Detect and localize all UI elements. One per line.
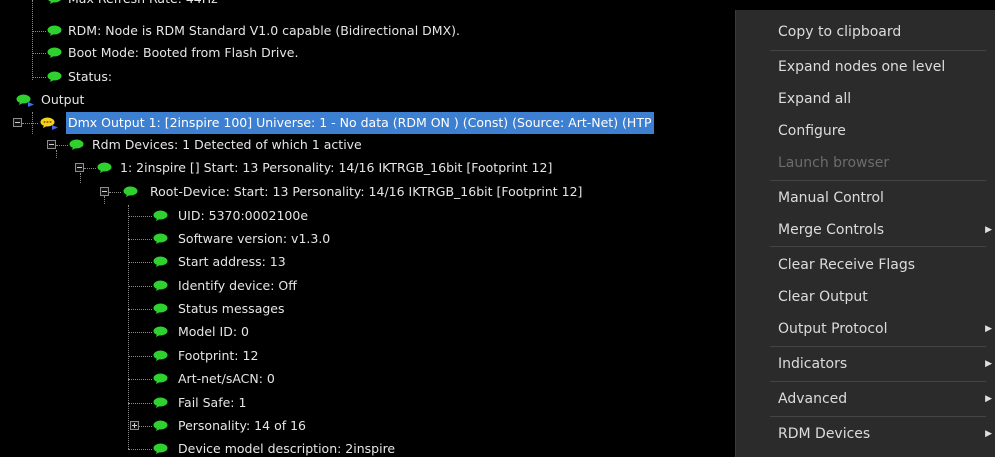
green-bubble-icon — [153, 233, 168, 244]
menu-item-expand-nodes-one-level[interactable]: Expand nodes one level — [736, 53, 995, 81]
menu-separator — [770, 50, 986, 51]
green-bubble-icon — [153, 210, 168, 221]
tree-node-rdm-devices[interactable]: Rdm Devices: 1 Detected of which 1 activ… — [0, 134, 735, 156]
tree-node[interactable]: Boot Mode: Booted from Flash Drive. — [0, 42, 735, 64]
tree-node-label: Software version: v1.3.0 — [178, 231, 331, 246]
menu-item-advanced[interactable]: Advanced ▶ — [736, 385, 995, 413]
green-bubble-icon — [153, 256, 168, 267]
tree-node-device[interactable]: 1: 2inspire [] Start: 13 Personality: 14… — [0, 157, 735, 179]
submenu-arrow-icon: ▶ — [985, 394, 992, 404]
menu-item-merge-controls[interactable]: Merge Controls ▶ — [736, 216, 995, 244]
submenu-arrow-icon: ▶ — [985, 429, 992, 439]
tree-node-label: Output — [41, 92, 85, 107]
expand-toggle[interactable] — [130, 421, 139, 430]
submenu-arrow-icon: ▶ — [985, 359, 992, 369]
tree-leaf[interactable]: Model ID: 0 — [0, 321, 735, 343]
tree-node-label: Max Refresh Rate: 44Hz — [68, 0, 218, 10]
menu-item-expand-all[interactable]: Expand all — [736, 85, 995, 113]
tree-node[interactable]: RDM: Node is RDM Standard V1.0 capable (… — [0, 20, 735, 42]
tree-node-label: Device model description: 2inspire — [178, 441, 396, 456]
green-bubble-icon — [47, 47, 62, 58]
menu-item-rdm-devices[interactable]: RDM Devices ▶ — [736, 420, 995, 448]
tree-leaf[interactable]: Art-net/sACN: 0 — [0, 368, 735, 390]
tree-leaf[interactable]: Status messages — [0, 298, 735, 320]
tree-node-label: Art-net/sACN: 0 — [178, 371, 275, 386]
output-arrow-icon — [52, 125, 58, 130]
collapse-toggle[interactable] — [47, 140, 56, 149]
menu-item-clear-output[interactable]: Clear Output — [736, 283, 995, 311]
tree-node-root-device[interactable]: Root-Device: Start: 13 Personality: 14/1… — [0, 181, 735, 203]
tree-leaf[interactable]: Identify device: Off — [0, 275, 735, 297]
green-bubble-icon — [47, 71, 62, 82]
green-bubble-icon — [153, 350, 168, 361]
tree-leaf[interactable]: Start address: 13 — [0, 251, 735, 273]
green-bubble-icon — [153, 303, 168, 314]
menu-item-copy-to-clipboard[interactable]: Copy to clipboard — [736, 18, 995, 46]
green-bubble-icon — [69, 139, 84, 150]
tree-node-label: Footprint: 12 — [178, 348, 259, 363]
tree-node-output[interactable]: Output — [0, 89, 735, 111]
menu-item-clear-receive-flags[interactable]: Clear Receive Flags — [736, 251, 995, 279]
green-bubble-icon — [153, 443, 168, 454]
menu-item-manual-control[interactable]: Manual Control — [736, 184, 995, 212]
green-bubble-icon — [97, 162, 112, 173]
tree-node[interactable]: Status: — [0, 66, 735, 88]
tree-leaf[interactable]: Device model description: 2inspire — [0, 438, 735, 457]
tree-node-label: Start address: 13 — [178, 254, 286, 269]
green-bubble-icon — [47, 0, 62, 4]
tree-node-label: Personality: 14 of 16 — [178, 418, 306, 433]
green-bubble-icon — [153, 280, 168, 291]
tree-node-label: Rdm Devices: 1 Detected of which 1 activ… — [92, 137, 362, 152]
tree-node-label: Root-Device: Start: 13 Personality: 14/1… — [150, 184, 583, 199]
tree-node-label: Model ID: 0 — [178, 324, 249, 339]
menu-item-indicators[interactable]: Indicators ▶ — [736, 350, 995, 378]
output-arrow-icon — [28, 102, 34, 107]
tree-node-label: Fail Safe: 1 — [178, 395, 247, 410]
tree-node-label: UID: 5370:0002100e — [178, 208, 309, 223]
tree-node-label: Status messages — [178, 301, 285, 316]
device-tree-view[interactable]: Max Refresh Rate: 44Hz RDM: Node is RDM … — [0, 0, 735, 457]
green-bubble-icon — [123, 186, 138, 197]
green-bubble-icon — [47, 25, 62, 36]
collapse-toggle[interactable] — [100, 187, 109, 196]
tree-node-personality[interactable]: Personality: 14 of 16 — [0, 415, 735, 437]
menu-separator — [770, 381, 986, 382]
tree-leaf[interactable]: Footprint: 12 — [0, 345, 735, 367]
menu-item-configure[interactable]: Configure — [736, 117, 995, 145]
menu-separator — [770, 180, 986, 181]
tree-node-label: RDM: Node is RDM Standard V1.0 capable (… — [68, 23, 460, 38]
tree-node-label: 1: 2inspire [] Start: 13 Personality: 14… — [120, 160, 553, 175]
submenu-arrow-icon: ▶ — [985, 225, 992, 235]
menu-item-output-protocol[interactable]: Output Protocol ▶ — [736, 315, 995, 343]
submenu-arrow-icon: ▶ — [985, 324, 992, 334]
tree-node-label: Boot Mode: Booted from Flash Drive. — [68, 45, 299, 60]
menu-separator — [770, 416, 986, 417]
tree-node-dmx-output[interactable]: Dmx Output 1: [2inspire 100] Universe: 1… — [0, 112, 735, 134]
green-bubble-icon — [153, 326, 168, 337]
collapse-toggle[interactable] — [75, 163, 84, 172]
tree-leaf[interactable]: Software version: v1.3.0 — [0, 228, 735, 250]
collapse-toggle[interactable] — [13, 118, 22, 127]
green-bubble-icon — [153, 420, 168, 431]
tree-leaf[interactable]: Fail Safe: 1 — [0, 392, 735, 414]
tree-node-label: Identify device: Off — [178, 278, 297, 293]
green-bubble-icon — [153, 397, 168, 408]
green-bubble-icon — [153, 373, 168, 384]
tree-node-label: Status: — [68, 69, 113, 84]
tree-leaf[interactable]: UID: 5370:0002100e — [0, 205, 735, 227]
menu-separator — [770, 246, 986, 247]
menu-separator — [770, 346, 986, 347]
context-menu: Copy to clipboard Expand nodes one level… — [735, 10, 995, 457]
tree-node-label: Dmx Output 1: [2inspire 100] Universe: 1… — [66, 112, 654, 134]
menu-item-launch-browser: Launch browser — [778, 155, 890, 171]
tree-node[interactable]: Max Refresh Rate: 44Hz — [0, 0, 735, 10]
